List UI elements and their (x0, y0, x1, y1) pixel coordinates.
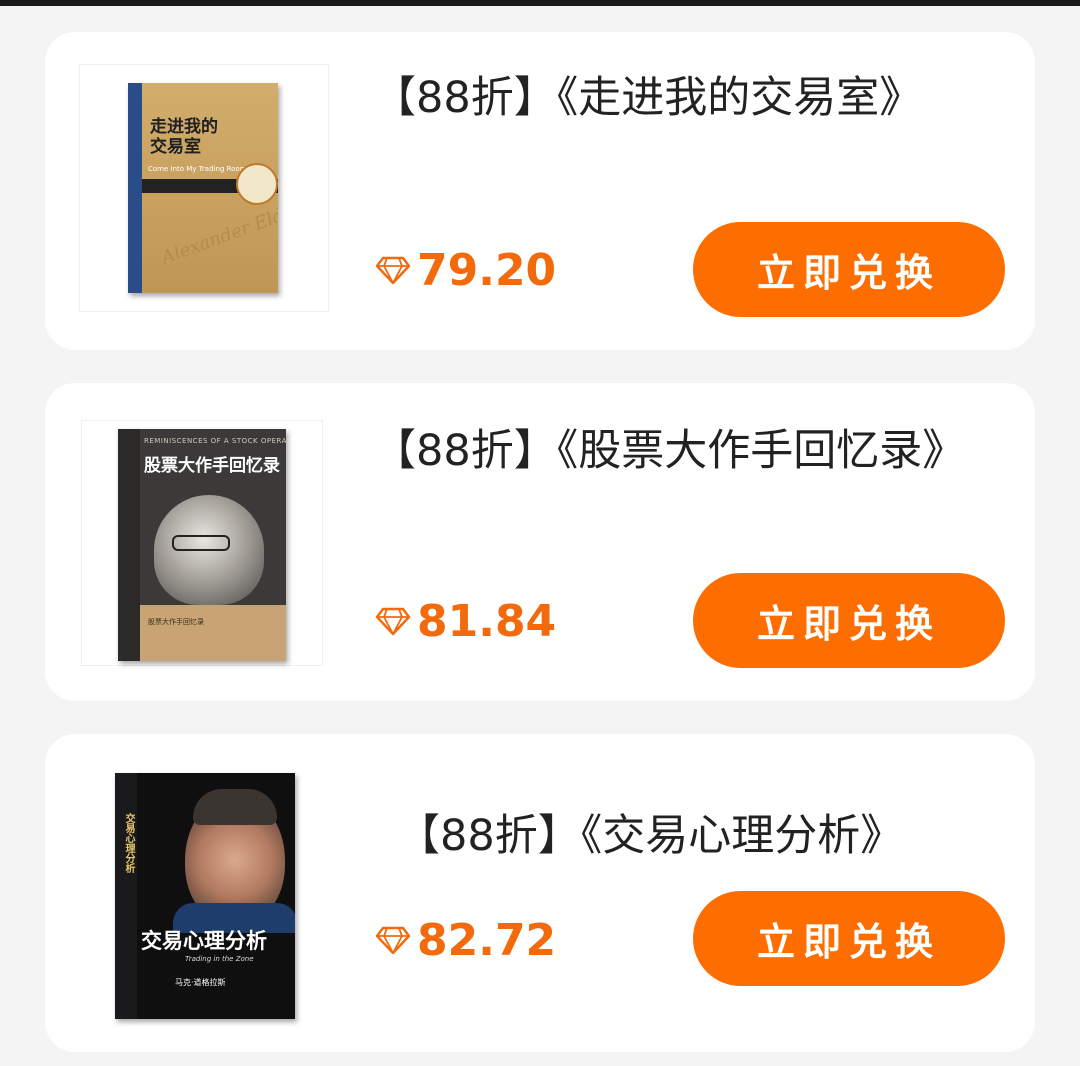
price-row: 82.72 (375, 910, 556, 970)
cover-title-text: 股票大作手回忆录 (144, 456, 280, 476)
book-cover[interactable]: 走进我的交易室 Come Into My Trading Room Alexan… (79, 64, 329, 312)
cover-title-text: 走进我的交易室 (150, 117, 218, 157)
cover-subtitle-text: REMINISCENCES OF A STOCK OPERATOR (144, 437, 286, 445)
book-cover[interactable]: REMINISCENCES OF A STOCK OPERATOR 股票大作手回… (81, 420, 323, 666)
cover-subtitle-text: Come Into My Trading Room (148, 165, 247, 173)
product-card[interactable]: 走进我的交易室 Come Into My Trading Room Alexan… (45, 32, 1035, 350)
product-card[interactable]: REMINISCENCES OF A STOCK OPERATOR 股票大作手回… (45, 383, 1035, 701)
redeem-button[interactable]: 立即兑换 (693, 891, 1005, 986)
cover-image: 走进我的交易室 Come Into My Trading Room Alexan… (128, 83, 278, 293)
diamond-icon (375, 926, 411, 955)
cover-subtitle-text: Trading in the Zone (185, 955, 254, 963)
cover-author-text: 马克·道格拉斯 (175, 978, 226, 987)
price-row: 79.20 (375, 240, 556, 300)
price-value: 79.20 (417, 244, 557, 296)
redeem-button[interactable]: 立即兑换 (693, 573, 1005, 668)
diamond-icon (375, 607, 411, 636)
diamond-icon (375, 256, 411, 285)
product-card[interactable]: 交易心理分析 交易心理分析 Trading in the Zone 马克·道格拉… (45, 734, 1035, 1052)
top-bar (0, 0, 1080, 6)
book-cover[interactable]: 交易心理分析 交易心理分析 Trading in the Zone 马克·道格拉… (79, 767, 329, 1019)
price-row: 81.84 (375, 591, 556, 651)
product-title[interactable]: 【88折】《走进我的交易室》 (373, 66, 983, 131)
cover-image: REMINISCENCES OF A STOCK OPERATOR 股票大作手回… (118, 429, 286, 661)
product-title[interactable]: 【88折】《股票大作手回忆录》 (373, 419, 983, 484)
product-title[interactable]: 【88折】《交易心理分析》 (397, 804, 1007, 869)
redeem-button[interactable]: 立即兑换 (693, 222, 1005, 317)
cover-image: 交易心理分析 交易心理分析 Trading in the Zone 马克·道格拉… (115, 773, 295, 1019)
price-value: 81.84 (417, 595, 557, 647)
price-value: 82.72 (417, 914, 557, 966)
cover-title-text: 交易心理分析 (141, 928, 267, 953)
